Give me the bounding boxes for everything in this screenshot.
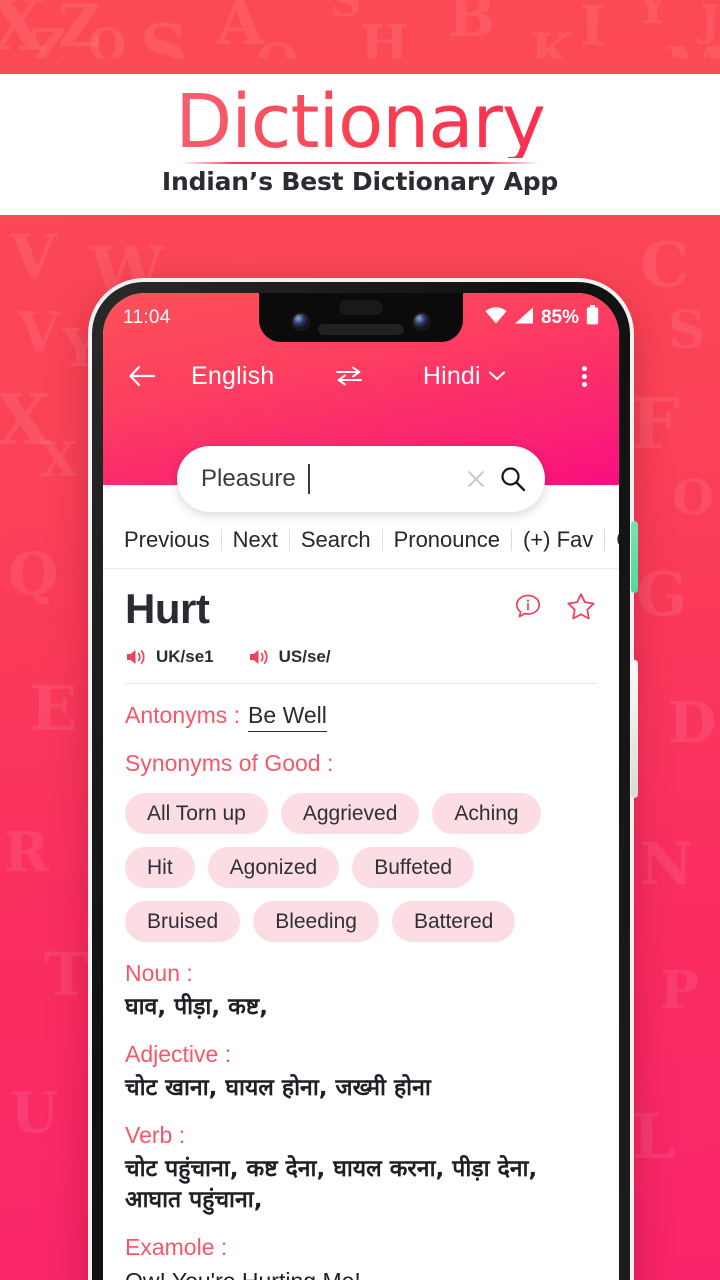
power-button[interactable] xyxy=(631,521,638,593)
info-bubble-button[interactable] xyxy=(513,592,543,627)
status-indicators: 85% xyxy=(485,305,599,331)
noun-label: Noun : xyxy=(125,960,193,986)
synonym-chip[interactable]: Bleeding xyxy=(253,901,379,942)
close-icon xyxy=(468,471,484,487)
banner-title: Dictionary xyxy=(175,79,546,166)
adjective-label: Adjective : xyxy=(125,1041,232,1068)
chevron-down-icon xyxy=(488,371,505,380)
antonyms-label: Antonyms : xyxy=(125,702,241,728)
app-content: Previous Next Search Pronounce (+) Fav C… xyxy=(103,485,619,1280)
status-bar: 11:04 85% xyxy=(103,293,619,343)
pronunciation-row: UK/se1 US/se/ xyxy=(103,633,619,667)
back-button[interactable] xyxy=(119,364,165,388)
search-submit-button[interactable] xyxy=(499,465,527,493)
synonym-chip-list: All Torn up Aggrieved Aching Hit Agonize… xyxy=(103,777,619,942)
verb-label: Verb : xyxy=(125,1122,186,1149)
synonym-chip[interactable]: Bruised xyxy=(125,901,241,942)
synonym-chip[interactable]: Hit xyxy=(125,847,195,888)
synonyms-label: Synonyms of Good : xyxy=(125,750,334,776)
pronunciation-us-label: US/se/ xyxy=(278,647,331,666)
antonyms-value[interactable]: Be Well xyxy=(248,702,327,732)
search-bar[interactable]: Pleasure xyxy=(177,446,545,512)
action-add-favorite[interactable]: (+) Fav xyxy=(512,528,606,551)
swap-languages-button[interactable] xyxy=(334,365,364,387)
battery-percent-label: 85% xyxy=(540,307,579,328)
info-bubble-icon xyxy=(515,594,541,617)
overflow-menu-icon xyxy=(581,363,587,390)
phone-screen: 11:04 85% English Hindi Pleasure Previou… xyxy=(103,293,619,1280)
target-language-selector[interactable]: Hindi xyxy=(423,362,506,391)
noun-value: घाव, पीड़ा, कष्ट, xyxy=(125,994,268,1020)
synonym-chip[interactable]: Aching xyxy=(432,793,541,834)
word-header: Hurt xyxy=(103,569,619,633)
banner-divider xyxy=(180,161,540,164)
synonym-chip[interactable]: Aggrieved xyxy=(280,793,420,834)
back-arrow-icon xyxy=(129,365,156,387)
synonym-chip[interactable]: Buffeted xyxy=(352,847,475,888)
antonyms-row: Antonyms : Be Well xyxy=(103,684,619,732)
example-label: Examole : xyxy=(125,1234,228,1261)
swap-languages-icon xyxy=(335,366,362,386)
app-header: 11:04 85% English Hindi Pleasure xyxy=(103,293,619,512)
app-toolbar: English Hindi xyxy=(103,343,619,409)
adjective-value: चोट खाना, घायल होना, जख्मी होना xyxy=(125,1075,431,1102)
star-outline-icon xyxy=(567,592,595,619)
action-clear[interactable]: Clear xyxy=(605,528,619,551)
status-time: 11:04 xyxy=(123,307,171,328)
target-language-label: Hindi xyxy=(422,361,481,390)
verb-value: चोट पहुंचाना, कष्ट देना, घायल करना, पीड़… xyxy=(125,1156,538,1214)
synonym-chip[interactable]: Battered xyxy=(391,901,516,942)
synonym-chip[interactable]: All Torn up xyxy=(125,793,268,834)
action-search[interactable]: Search xyxy=(290,528,383,551)
synonym-chip[interactable]: Agonized xyxy=(207,847,340,888)
speaker-icon xyxy=(249,650,268,664)
signal-icon xyxy=(514,307,534,330)
action-next[interactable]: Next xyxy=(222,528,290,551)
favorite-button[interactable] xyxy=(565,591,597,628)
phone-mockup: 11:04 85% English Hindi Pleasure Previou… xyxy=(88,278,638,1280)
pronunciation-uk-label: UK/se1 xyxy=(156,647,214,666)
clear-search-button[interactable] xyxy=(463,466,489,492)
search-input-value: Pleasure xyxy=(201,465,296,492)
pronunciation-uk[interactable]: UK/se1 xyxy=(125,647,214,667)
promo-banner: Dictionary Indian’s Best Dictionary App xyxy=(0,0,720,215)
action-toolbar: Previous Next Search Pronounce (+) Fav C… xyxy=(103,511,619,569)
battery-icon xyxy=(586,305,599,331)
speaker-icon xyxy=(127,650,145,664)
wifi-icon xyxy=(485,306,507,330)
text-caret xyxy=(307,464,310,494)
action-previous[interactable]: Previous xyxy=(113,528,222,551)
word-actions xyxy=(513,591,597,628)
banner-subtitle: Indian’s Best Dictionary App xyxy=(161,166,559,196)
source-language-label: English xyxy=(191,361,275,390)
page-title: Hurt xyxy=(125,585,210,632)
banner-top-stripe xyxy=(0,58,720,67)
action-pronounce[interactable]: Pronounce xyxy=(383,528,512,551)
search-icon xyxy=(501,467,526,492)
phone-bezel: 11:04 85% English Hindi Pleasure Previou… xyxy=(92,282,630,1280)
pronunciation-us[interactable]: US/se/ xyxy=(248,647,331,667)
example-value: Ow! You're Hurting Me! xyxy=(103,1261,619,1280)
search-input[interactable]: Pleasure xyxy=(201,464,453,494)
source-language-selector[interactable]: English xyxy=(191,362,274,391)
overflow-menu-button[interactable] xyxy=(565,363,603,390)
banner-card: Dictionary Indian’s Best Dictionary App xyxy=(0,67,720,215)
volume-rocker-button[interactable] xyxy=(631,660,638,798)
